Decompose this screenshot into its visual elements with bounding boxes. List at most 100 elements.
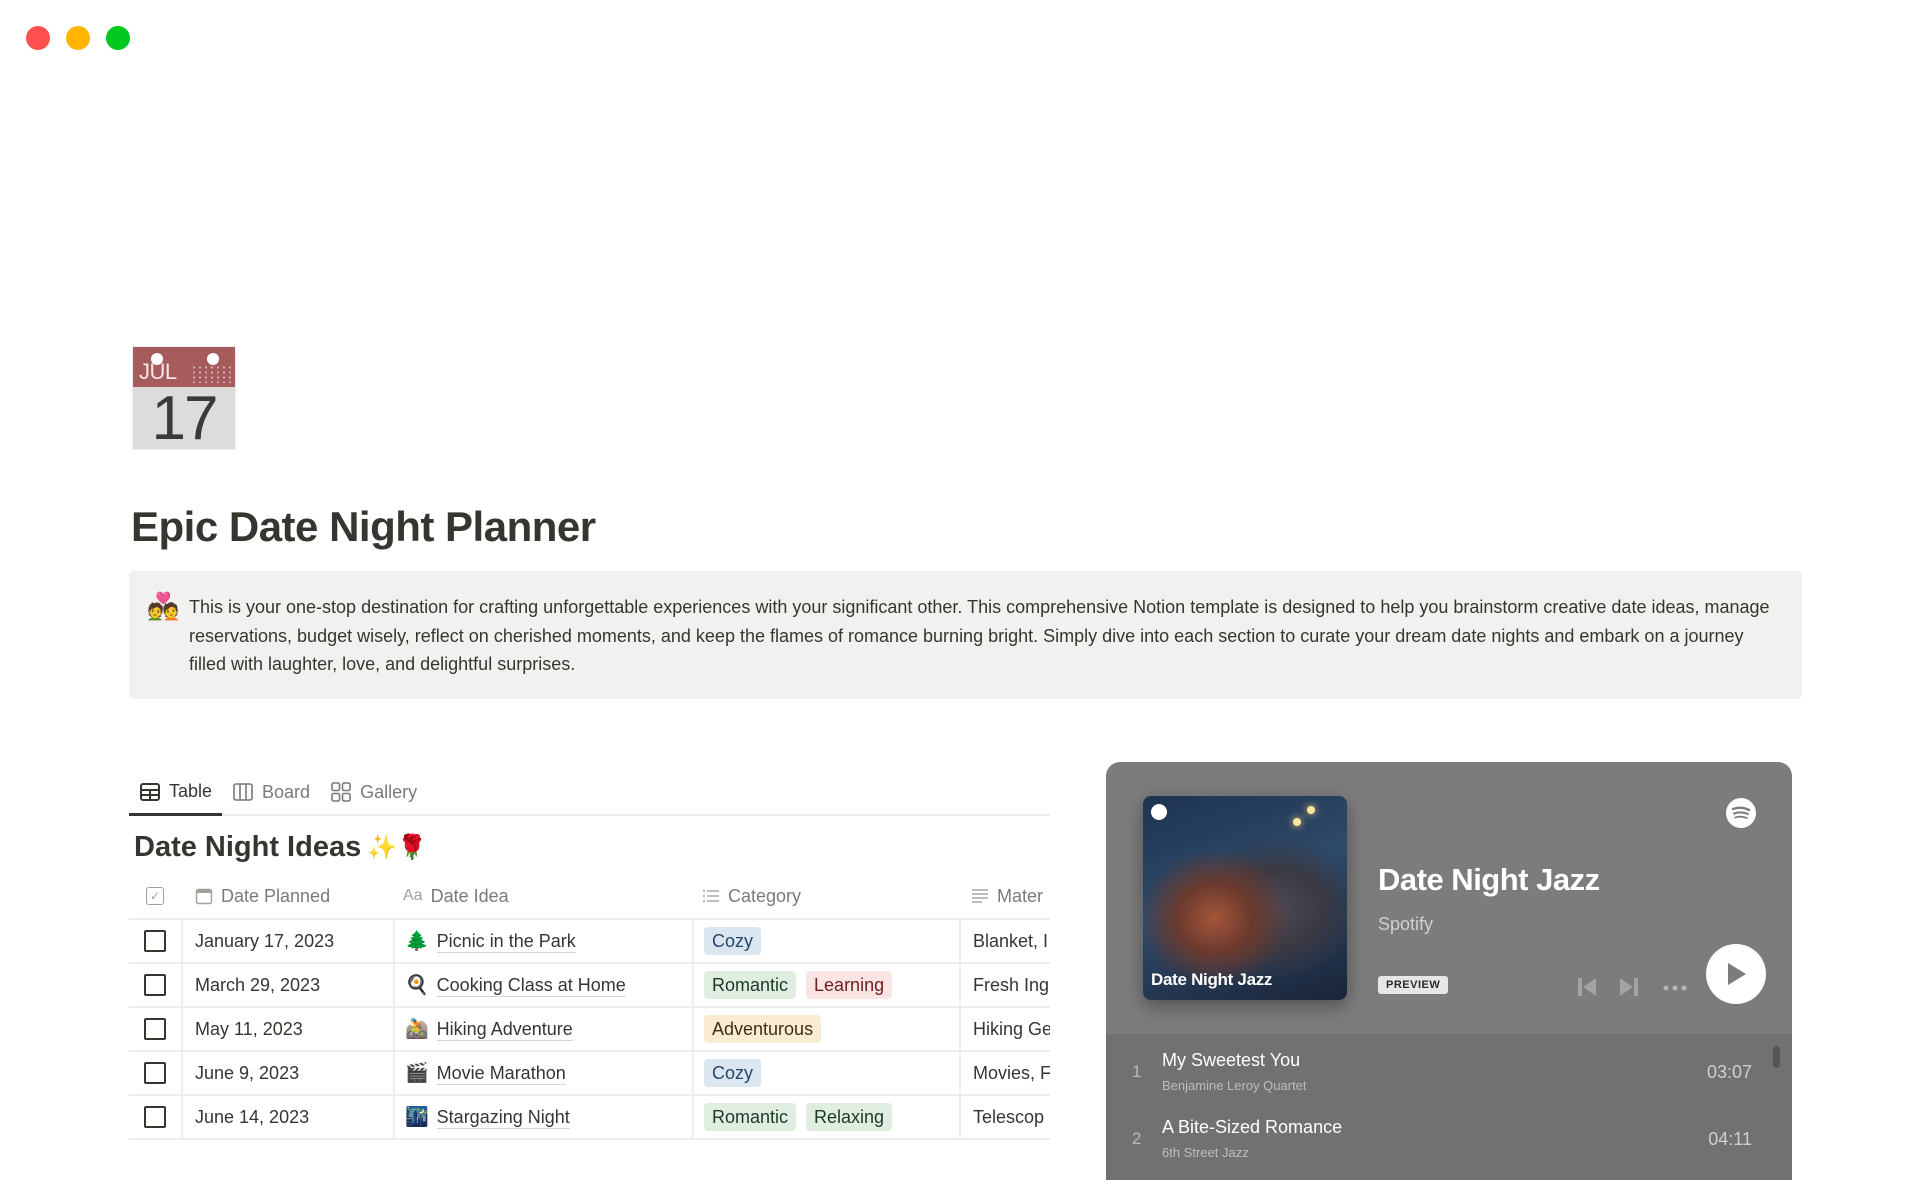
column-header-date-planned[interactable]: Date Planned <box>181 874 393 918</box>
category-tag[interactable]: Romantic <box>704 1103 797 1131</box>
date-planned: June 14, 2023 <box>195 1106 310 1127</box>
track-duration: 04:11 <box>1708 1129 1752 1149</box>
table-row[interactable]: January 17, 2023 🌲 Picnic in the Park Cozy B… <box>129 918 1050 962</box>
track-name: My Sweetest You <box>1162 1050 1301 1070</box>
tab-table[interactable]: Table <box>129 770 223 816</box>
column-label: Mater <box>997 885 1044 906</box>
materials-text: Blanket, I <box>973 930 1049 951</box>
text-icon: Aa <box>403 887 423 904</box>
category-cell[interactable]: Cozy <box>692 1052 959 1094</box>
idea-title-link[interactable]: Picnic in the Park <box>436 930 576 953</box>
idea-title-link[interactable]: Cooking Class at Home <box>436 974 626 997</box>
date-ideas-table: ✓ Date Planned Aa Date Idea Category Mat… <box>129 874 1050 1142</box>
done-checkbox[interactable] <box>144 1062 166 1084</box>
date-cell[interactable]: June 9, 2023 <box>181 1052 393 1094</box>
table-row[interactable]: May 11, 2023 🚵 Hiking Adventure Adventurous… <box>129 1006 1050 1050</box>
idea-title-link[interactable]: Hiking Adventure <box>436 1018 573 1041</box>
track-artist: Benjamine Leroy Quartet <box>1162 1078 1307 1093</box>
database-title[interactable]: Date Night Ideas ✨🌹 <box>134 831 427 864</box>
table-end-divider <box>129 1138 1050 1142</box>
idea-cell[interactable]: 🌃 Stargazing Night <box>393 1096 692 1138</box>
table-row[interactable]: June 14, 2023 🌃 Stargazing Night Romantic Re… <box>129 1094 1050 1138</box>
paragraph-icon <box>971 888 989 904</box>
table-body: January 17, 2023 🌲 Picnic in the Park Cozy B… <box>129 918 1050 1138</box>
materials-cell[interactable]: Telescop <box>959 1096 1050 1138</box>
date-cell[interactable]: March 29, 2023 <box>181 964 393 1006</box>
playlist-title[interactable]: Date Night Jazz <box>1378 862 1600 898</box>
minimize-window-button[interactable] <box>66 26 90 50</box>
checkbox-icon: ✓ <box>146 887 164 905</box>
calendar-grid <box>191 365 231 383</box>
idea-emoji-icon: 🌲 <box>405 931 429 952</box>
category-tag[interactable]: Cozy <box>704 927 762 955</box>
idea-cell[interactable]: 🎬 Movie Marathon <box>393 1052 692 1094</box>
column-header-category[interactable]: Category <box>692 874 959 918</box>
category-cell[interactable]: Cozy <box>692 920 959 962</box>
category-tag[interactable]: Adventurous <box>704 1015 822 1043</box>
more-options-icon[interactable] <box>1662 984 1688 992</box>
done-checkbox[interactable] <box>144 930 166 952</box>
maximize-window-button[interactable] <box>106 26 130 50</box>
category-tag[interactable]: Romantic <box>704 971 797 999</box>
date-cell[interactable]: May 11, 2023 <box>181 1008 393 1050</box>
column-header-done[interactable]: ✓ <box>129 874 181 918</box>
previous-track-icon[interactable] <box>1576 976 1598 998</box>
idea-cell[interactable]: 🚵 Hiking Adventure <box>393 1008 692 1050</box>
idea-cell[interactable]: 🌲 Picnic in the Park <box>393 920 692 962</box>
callout-text[interactable]: This is your one-stop destination for cr… <box>189 593 1778 679</box>
category-cell[interactable]: Romantic Learning <box>692 964 959 1006</box>
window-controls <box>26 26 130 50</box>
done-cell <box>129 1008 181 1050</box>
materials-text: Fresh Ing <box>973 974 1050 995</box>
materials-cell[interactable]: Hiking Ge <box>959 1008 1050 1050</box>
tab-gallery[interactable]: Gallery <box>320 770 427 814</box>
category-tag[interactable]: Cozy <box>704 1059 762 1087</box>
calendar-icon <box>195 887 213 905</box>
column-header-materials[interactable]: Mater <box>959 874 1050 918</box>
materials-cell[interactable]: Movies, F <box>959 1052 1050 1094</box>
track-artist: 6th Street Jazz <box>1162 1145 1249 1160</box>
tab-board[interactable]: Board <box>222 770 320 814</box>
track-item[interactable]: 1 My Sweetest You Benjamine Leroy Quarte… <box>1106 1040 1792 1106</box>
category-cell[interactable]: Romantic Relaxing <box>692 1096 959 1138</box>
tracklist-scrollbar[interactable] <box>1773 1046 1780 1068</box>
column-label: Category <box>728 885 802 906</box>
close-window-button[interactable] <box>26 26 50 50</box>
done-checkbox[interactable] <box>144 974 166 996</box>
calendar-day: 17 <box>151 384 219 450</box>
playlist-cover-image[interactable]: Date Night Jazz <box>1143 796 1347 1000</box>
category-tag[interactable]: Learning <box>806 971 893 999</box>
playlist-owner[interactable]: Spotify <box>1378 914 1433 935</box>
table-row[interactable]: March 29, 2023 🍳 Cooking Class at Home Roma… <box>129 962 1050 1006</box>
play-button[interactable] <box>1706 944 1766 1004</box>
sparkles-rose-icon: ✨🌹 <box>367 834 427 861</box>
tab-label: Board <box>262 781 311 802</box>
column-header-date-idea[interactable]: Aa Date Idea <box>393 874 692 918</box>
table-row[interactable]: June 9, 2023 🎬 Movie Marathon Cozy Movies, F <box>129 1050 1050 1094</box>
done-cell <box>129 1096 181 1138</box>
category-cell[interactable]: Adventurous <box>692 1008 959 1050</box>
category-tag[interactable]: Relaxing <box>806 1103 893 1131</box>
date-cell[interactable]: January 17, 2023 <box>181 920 393 962</box>
spotify-logo-icon[interactable] <box>1726 798 1756 828</box>
done-checkbox[interactable] <box>144 1106 166 1128</box>
idea-title-link[interactable]: Stargazing Night <box>436 1106 570 1129</box>
materials-cell[interactable]: Blanket, I <box>959 920 1050 962</box>
done-checkbox[interactable] <box>144 1018 166 1040</box>
string-light <box>1307 806 1315 814</box>
idea-cell[interactable]: 🍳 Cooking Class at Home <box>393 964 692 1006</box>
page-title: Epic Date Night Planner <box>131 503 596 550</box>
next-track-icon[interactable] <box>1618 976 1640 998</box>
idea-emoji-icon: 🍳 <box>405 975 429 996</box>
date-cell[interactable]: June 14, 2023 <box>181 1096 393 1138</box>
view-tabs: Table Board Gallery <box>129 770 1050 816</box>
column-label: Date Idea <box>430 885 509 906</box>
description-callout: 💑 This is your one-stop destination for … <box>129 571 1802 699</box>
materials-cell[interactable]: Fresh Ing <box>959 964 1050 1006</box>
calendar-icon[interactable]: JUL 17 <box>132 346 236 450</box>
materials-text: Telescop <box>973 1106 1045 1127</box>
idea-emoji-icon: 🚵 <box>405 1019 429 1040</box>
idea-title-link[interactable]: Movie Marathon <box>436 1062 566 1085</box>
track-item[interactable]: 2 A Bite-Sized Romance 6th Street Jazz 0… <box>1106 1107 1792 1173</box>
track-number: 2 <box>1132 1129 1142 1148</box>
